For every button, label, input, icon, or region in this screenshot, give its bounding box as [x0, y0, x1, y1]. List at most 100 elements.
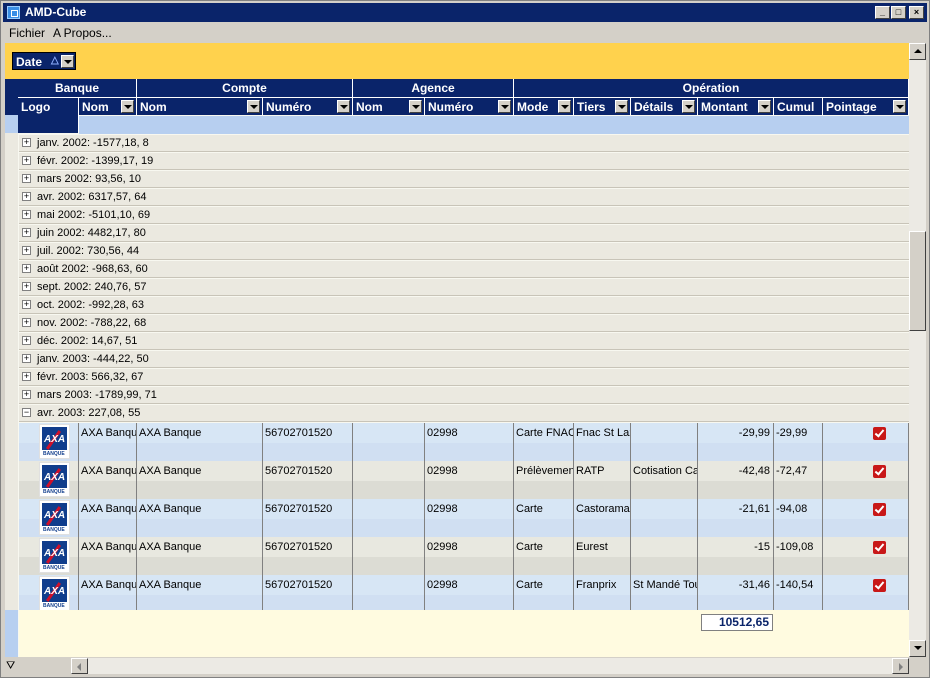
header-banque-nom[interactable]: Nom: [79, 97, 137, 115]
expand-icon[interactable]: +: [22, 372, 31, 381]
cell-compte-numero[interactable]: 56702701520: [263, 537, 353, 557]
header-compte-nom[interactable]: Nom: [137, 97, 263, 115]
cell-agence-nom[interactable]: [353, 461, 425, 481]
cell-tiers[interactable]: Fnac St Lazare: [574, 423, 631, 443]
scroll-down-button[interactable]: [909, 640, 926, 657]
menu-fichier[interactable]: Fichier: [9, 26, 45, 40]
table-row[interactable]: AXABANQUEAXA BanqueAXA Banque56702701520…: [19, 461, 909, 499]
cell-tiers[interactable]: RATP: [574, 461, 631, 481]
cell-agence-numero[interactable]: 02998: [425, 537, 514, 557]
pointage-checkbox[interactable]: [873, 427, 886, 440]
pointage-checkbox[interactable]: [873, 541, 886, 554]
expand-icon[interactable]: +: [22, 390, 31, 399]
filter-dropdown-icon[interactable]: [893, 100, 906, 113]
filter-dropdown-icon[interactable]: [615, 100, 628, 113]
cell-compte-numero[interactable]: 56702701520: [263, 423, 353, 443]
cell-mode[interactable]: Carte FNAC: [514, 423, 574, 443]
group-row[interactable]: + oct. 2002: -992,28, 63: [19, 297, 909, 314]
cell-montant[interactable]: -29,99: [698, 423, 774, 443]
scroll-left-button[interactable]: [71, 658, 88, 674]
cell-agence-numero[interactable]: 02998: [425, 575, 514, 595]
cell-tiers[interactable]: Eurest: [574, 537, 631, 557]
cell-montant[interactable]: -15: [698, 537, 774, 557]
expand-icon[interactable]: +: [22, 210, 31, 219]
cell-mode[interactable]: Prélèvement: [514, 461, 574, 481]
cell-cumul[interactable]: -29,99: [774, 423, 823, 443]
cell-details[interactable]: [631, 537, 698, 557]
cell-cumul[interactable]: -140,54: [774, 575, 823, 595]
maximize-button[interactable]: □: [891, 6, 906, 19]
expand-icon[interactable]: +: [22, 138, 31, 147]
expand-icon[interactable]: +: [22, 318, 31, 327]
expand-icon[interactable]: +: [22, 282, 31, 291]
cell-montant[interactable]: -21,61: [698, 499, 774, 519]
vertical-scrollbar[interactable]: [909, 43, 926, 657]
filter-dropdown-icon[interactable]: [682, 100, 695, 113]
expand-icon[interactable]: +: [22, 228, 31, 237]
scroll-up-button[interactable]: [909, 43, 926, 60]
cell-agence-nom[interactable]: [353, 499, 425, 519]
filter-dropdown-icon[interactable]: [498, 100, 511, 113]
cell-compte-numero[interactable]: 56702701520: [263, 499, 353, 519]
cell-cumul[interactable]: -109,08: [774, 537, 823, 557]
cell-compte-nom[interactable]: AXA Banque: [137, 461, 263, 481]
group-row[interactable]: + févr. 2003: 566,32, 67: [19, 369, 909, 386]
cell-mode[interactable]: Carte: [514, 575, 574, 595]
expand-icon[interactable]: +: [22, 336, 31, 345]
group-row[interactable]: + sept. 2002: 240,76, 57: [19, 279, 909, 296]
cell-compte-nom[interactable]: AXA Banque: [137, 423, 263, 443]
filter-dropdown-icon[interactable]: [409, 100, 422, 113]
close-button[interactable]: ×: [909, 6, 924, 19]
cell-agence-nom[interactable]: [353, 575, 425, 595]
cell-tiers[interactable]: Franprix: [574, 575, 631, 595]
minimize-button[interactable]: _: [875, 6, 890, 19]
pointage-checkbox[interactable]: [873, 465, 886, 478]
cell-montant[interactable]: -42,48: [698, 461, 774, 481]
cell-banque-nom[interactable]: AXA Banque: [79, 461, 137, 481]
expand-icon[interactable]: +: [22, 192, 31, 201]
cell-compte-numero[interactable]: 56702701520: [263, 461, 353, 481]
group-chip-date[interactable]: Date △: [12, 52, 76, 70]
filter-dropdown-icon[interactable]: [337, 100, 350, 113]
collapse-icon[interactable]: −: [22, 408, 31, 417]
cell-compte-nom[interactable]: AXA Banque: [137, 499, 263, 519]
expand-icon[interactable]: +: [22, 300, 31, 309]
group-row[interactable]: + mars 2003: -1789,99, 71: [19, 387, 909, 404]
cell-agence-nom[interactable]: [353, 537, 425, 557]
cell-montant[interactable]: -31,46: [698, 575, 774, 595]
group-row[interactable]: + déc. 2002: 14,67, 51: [19, 333, 909, 350]
group-row[interactable]: + mai 2002: -5101,10, 69: [19, 207, 909, 224]
menu-apropos[interactable]: A Propos...: [53, 26, 112, 40]
cell-banque-nom[interactable]: AXA Banque: [79, 575, 137, 595]
scroll-right-button[interactable]: [892, 658, 909, 674]
cell-banque-nom[interactable]: AXA Banque: [79, 499, 137, 519]
header-mode[interactable]: Mode: [514, 97, 574, 115]
cell-tiers[interactable]: Castorama: [574, 499, 631, 519]
expand-icon[interactable]: +: [22, 174, 31, 183]
expand-icon[interactable]: +: [22, 354, 31, 363]
table-row[interactable]: AXABANQUEAXA BanqueAXA Banque56702701520…: [19, 537, 909, 575]
group-row[interactable]: + avr. 2002: 6317,57, 64: [19, 189, 909, 206]
cell-compte-numero[interactable]: 56702701520: [263, 575, 353, 595]
group-row[interactable]: + juin 2002: 4482,17, 80: [19, 225, 909, 242]
filter-icon[interactable]: ⛛: [6, 660, 15, 673]
expand-icon[interactable]: +: [22, 156, 31, 165]
chevron-down-icon[interactable]: [61, 55, 74, 68]
cell-details[interactable]: Cotisation Carte: [631, 461, 698, 481]
header-logo[interactable]: Logo: [18, 97, 79, 133]
filter-dropdown-icon[interactable]: [247, 100, 260, 113]
cell-cumul[interactable]: -94,08: [774, 499, 823, 519]
cell-details[interactable]: [631, 499, 698, 519]
table-row[interactable]: AXABANQUEAXA BanqueAXA Banque56702701520…: [19, 499, 909, 537]
filter-dropdown-icon[interactable]: [758, 100, 771, 113]
expand-icon[interactable]: +: [22, 264, 31, 273]
header-montant[interactable]: Montant: [698, 97, 774, 115]
group-row[interactable]: + mars 2002: 93,56, 10: [19, 171, 909, 188]
cell-pointage[interactable]: [823, 537, 909, 557]
scroll-thumb[interactable]: [909, 231, 926, 331]
header-agence-numero[interactable]: Numéro: [425, 97, 514, 115]
cell-agence-numero[interactable]: 02998: [425, 423, 514, 443]
cell-details[interactable]: St Mandé Tourelle: [631, 575, 698, 595]
group-row[interactable]: + janv. 2003: -444,22, 50: [19, 351, 909, 368]
cell-pointage[interactable]: [823, 575, 909, 595]
